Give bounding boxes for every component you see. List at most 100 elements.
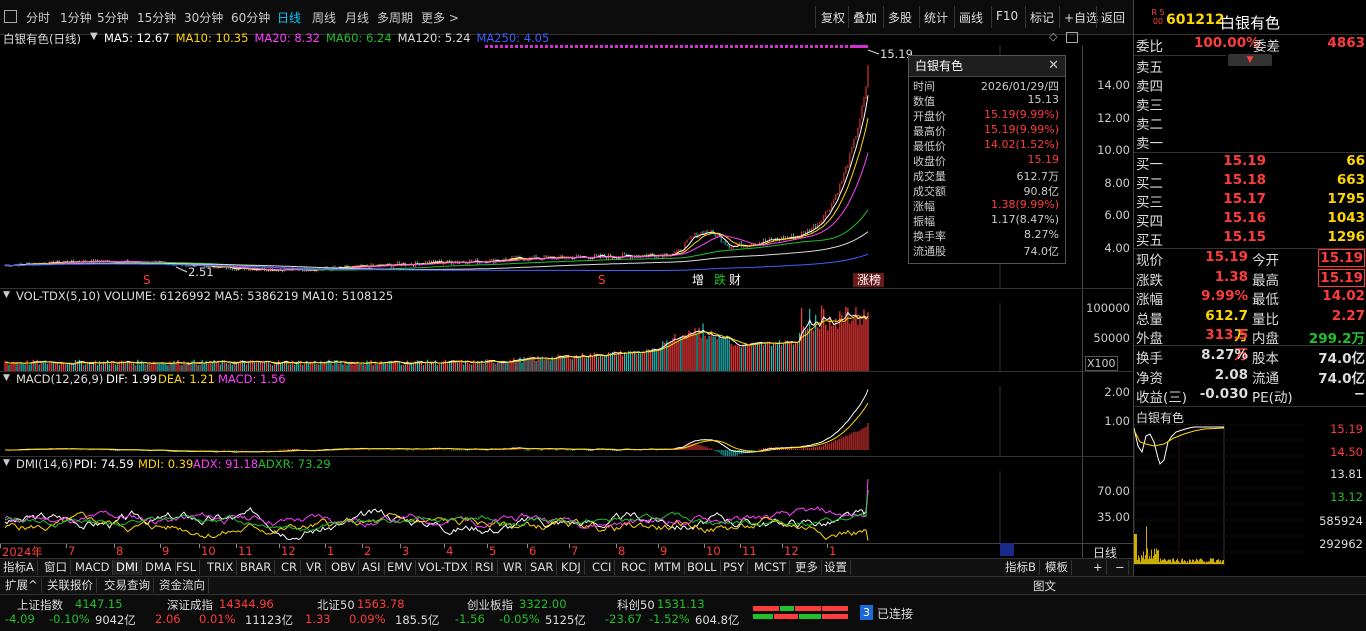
stat-label: 换手 [1136,351,1163,367]
indicator-tab-22[interactable]: PSY [720,560,749,575]
ask-row[interactable]: 卖二 [1134,113,1366,133]
toolbar-button-3[interactable]: 统计 [924,9,948,26]
toolbar-button-7[interactable]: +自选 [1064,9,1098,26]
period-4[interactable]: 30分钟 [184,9,223,26]
toolbar-button-6[interactable]: 标记 [1030,9,1054,26]
tooltip-key: 开盘价 [913,110,946,123]
stock-code: 601212 [1166,12,1225,28]
dmi-chart[interactable] [0,471,1082,543]
collapse-icon[interactable]: ▼ [90,31,98,42]
indicator-tab-10[interactable]: OBV [328,560,360,575]
stat-value: 15.19 [1318,268,1365,287]
toolbar-button-2[interactable]: 多股 [888,9,912,26]
indicator-tab-13[interactable]: VOL-TDX [415,560,472,575]
indicator-tab-21[interactable]: BOLL [684,560,721,575]
period-5[interactable]: 60分钟 [231,9,270,26]
index-name[interactable]: 创业板指 [467,597,513,613]
period-0[interactable]: 分时 [26,9,50,26]
event-marker[interactable]: 跌 [714,272,726,287]
right-tab-3[interactable]: − [1112,560,1129,575]
graphic-text-tab[interactable]: 图文 [1033,578,1056,594]
period-1[interactable]: 1分钟 [60,9,92,26]
close-icon[interactable]: ✕ [1048,56,1059,76]
bottom-tab-3[interactable]: 资金流向 [156,578,209,593]
indicator-tab-18[interactable]: CCI [589,560,616,575]
bottom-tab-0[interactable]: 扩展^ [2,578,42,593]
right-tab-0[interactable]: 指标B [1002,560,1040,575]
indicator-tab-15[interactable]: WR [500,560,527,575]
bid-row[interactable]: 买五 15.15 1296 [1134,229,1366,249]
bottom-tab-2[interactable]: 交易查询 [101,578,154,593]
index-name[interactable]: 科创50 [617,597,655,613]
right-tab-2[interactable]: + [1090,560,1107,575]
indicator-tab-7[interactable]: BRAR [237,560,276,575]
toolbar-button-8[interactable]: 返回 [1101,9,1125,26]
bid-row[interactable]: 买二 15.18 663 [1134,172,1366,192]
volume-chart[interactable] [0,303,1082,371]
period-9[interactable]: 多周期 [377,9,413,26]
indicator-tab-17[interactable]: KDJ [558,560,585,575]
indicator-tab-24[interactable]: 更多 [792,560,822,575]
ask-row[interactable]: 卖四 [1134,75,1366,95]
bid-price: 15.15 [1223,229,1266,245]
bottom-tab-1[interactable]: 关联报价 [44,578,97,593]
indicator-tab-19[interactable]: ROC [618,560,651,575]
intraday-mini-chart[interactable] [1134,424,1309,566]
indicator-tab-4[interactable]: DMA [142,560,176,575]
toolbar-button-4[interactable]: 画线 [959,9,983,26]
toolbar-button-1[interactable]: 叠加 [853,9,877,26]
window-icon[interactable] [1066,32,1078,43]
indicator-tab-20[interactable]: MTM [651,560,685,575]
sidebar-toggle-icon[interactable] [4,10,17,23]
indicator-tab-25[interactable]: 设置 [821,560,851,575]
indicator-tab-9[interactable]: VR [303,560,326,575]
index-name[interactable]: 上证指数 [17,597,63,613]
indicator-tab-6[interactable]: TRIX [204,560,238,575]
signal-mark [610,45,613,48]
period-7[interactable]: 周线 [312,9,336,26]
indicator-tab-8[interactable]: CR [278,560,302,575]
indicator-tab-12[interactable]: EMV [384,560,417,575]
period-3[interactable]: 15分钟 [137,9,176,26]
event-marker[interactable]: 财 [729,273,741,287]
tooltip-key: 涨幅 [913,200,935,213]
bid-row[interactable]: 买三 15.17 1795 [1134,191,1366,211]
indicator-tab-5[interactable]: FSL [173,560,201,575]
collapse-icon[interactable]: ▼ [3,373,10,383]
volume-header: ▼ VOL-TDX(5,10) VOLUME: 6126992 MA5: 538… [0,289,1082,303]
ask-row[interactable]: 卖一 [1134,132,1366,152]
diamond-icon[interactable]: ◇ [1049,30,1057,43]
toolbar-button-0[interactable]: 复权 [821,9,845,26]
indicator-tab-23[interactable]: MCST [751,560,791,575]
indicator-tab-0[interactable]: 指标A [0,560,38,575]
ask-row[interactable]: 卖三 [1134,94,1366,114]
x-axis-period[interactable]: 日线 [1082,543,1134,560]
period-8[interactable]: 月线 [345,9,369,26]
indicator-tab-16[interactable]: SAR [527,560,558,575]
macd-chart[interactable] [0,386,1082,456]
bid-row[interactable]: 买一 15.19 66 [1134,153,1366,173]
indicator-tab-11[interactable]: ASI [359,560,385,575]
event-marker[interactable]: S [598,273,606,287]
period-10[interactable]: 更多 > [421,9,459,26]
tooltip-row: 换手率 8.27% [909,228,1065,243]
period-6[interactable]: 日线 [277,9,301,26]
indicator-tab-2[interactable]: MACD [72,560,114,575]
collapse-icon[interactable]: ▼ [3,290,10,300]
collapse-icon[interactable]: ▼ [3,458,10,468]
right-tab-1[interactable]: 模板 [1042,560,1072,575]
event-marker[interactable]: 增 [692,273,704,287]
ask-row[interactable]: 卖五 [1134,56,1366,76]
connection-count[interactable]: 3 [860,605,873,620]
bid-row[interactable]: 买四 15.16 1043 [1134,210,1366,230]
event-marker[interactable]: S [143,273,151,287]
index-name[interactable]: 深证成指 [167,597,213,613]
tooltip-value: 14.02(1.52%) [983,138,1059,151]
indicator-tab-1[interactable]: 窗口 [41,560,71,575]
period-2[interactable]: 5分钟 [97,9,129,26]
indicator-tab-14[interactable]: RSI [472,560,498,575]
event-marker[interactable]: 涨榜 [857,272,881,287]
toolbar-button-5[interactable]: F10 [996,9,1018,23]
index-name[interactable]: 北证50 [317,597,355,613]
indicator-tab-3[interactable]: DMI [113,560,143,575]
